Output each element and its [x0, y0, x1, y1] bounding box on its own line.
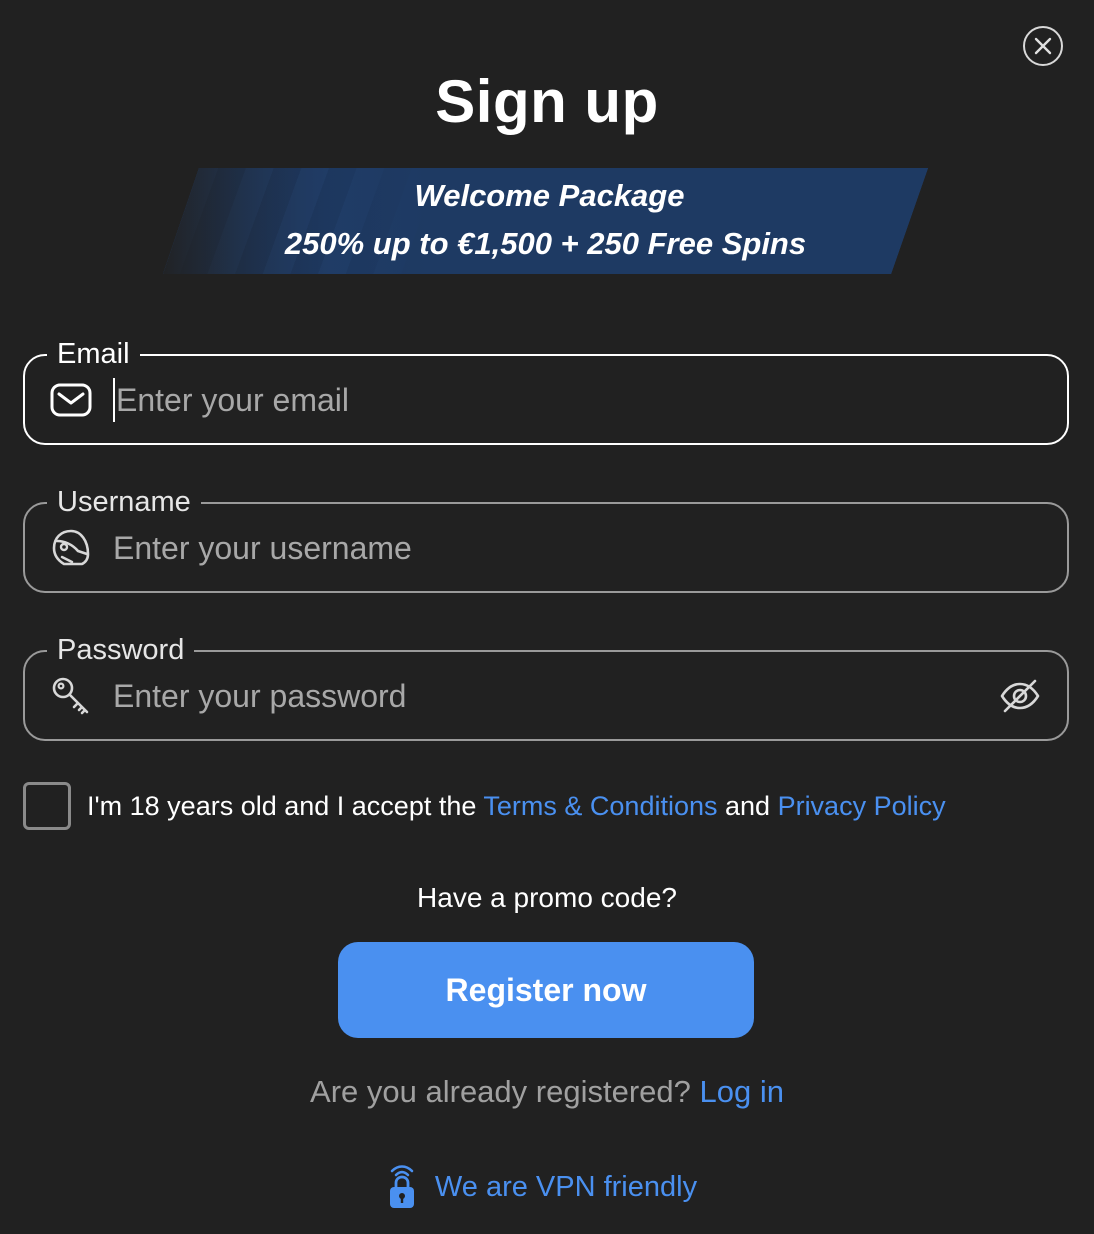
username-field: Username [23, 482, 1069, 593]
toggle-password-button[interactable] [997, 674, 1043, 718]
password-input[interactable] [113, 674, 973, 718]
password-label: Password [47, 630, 195, 670]
key-icon [49, 674, 93, 718]
privacy-link[interactable]: Privacy Policy [778, 791, 946, 821]
banner-offer: 250% up to €1,500 + 250 Free Spins [284, 226, 807, 261]
register-button[interactable]: Register now [338, 942, 754, 1038]
page-title: Sign up [435, 68, 659, 135]
terms-link[interactable]: Terms & Conditions [483, 791, 717, 821]
close-icon [1034, 37, 1052, 55]
lock-wifi-icon [389, 1165, 414, 1208]
helmet-icon [49, 526, 93, 570]
login-link[interactable]: Log in [699, 1074, 783, 1109]
envelope-icon [49, 378, 93, 422]
terms-checkbox[interactable] [23, 782, 71, 830]
username-input[interactable] [113, 526, 973, 570]
welcome-banner: Welcome Package 250% up to €1,500 + 250 … [163, 168, 928, 274]
email-field: Email [23, 334, 1069, 445]
vpn-text: We are VPN friendly [434, 1170, 698, 1203]
terms-row: I'm 18 years old and I accept the Terms … [23, 782, 946, 830]
email-label: Email [47, 334, 140, 374]
email-input[interactable] [113, 378, 976, 422]
username-label: Username [47, 482, 201, 522]
vpn-notice: We are VPN friendly [0, 1164, 1094, 1210]
password-field: Password [23, 630, 1069, 741]
banner-title: Welcome Package [414, 178, 685, 213]
close-button[interactable] [1023, 26, 1063, 66]
promo-code-link[interactable]: Have a promo code? [0, 880, 1094, 916]
login-prompt: Are you already registered? Log in [310, 1074, 784, 1109]
terms-text: I'm 18 years old and I accept the Terms … [87, 790, 946, 821]
eye-off-icon [1000, 679, 1040, 713]
